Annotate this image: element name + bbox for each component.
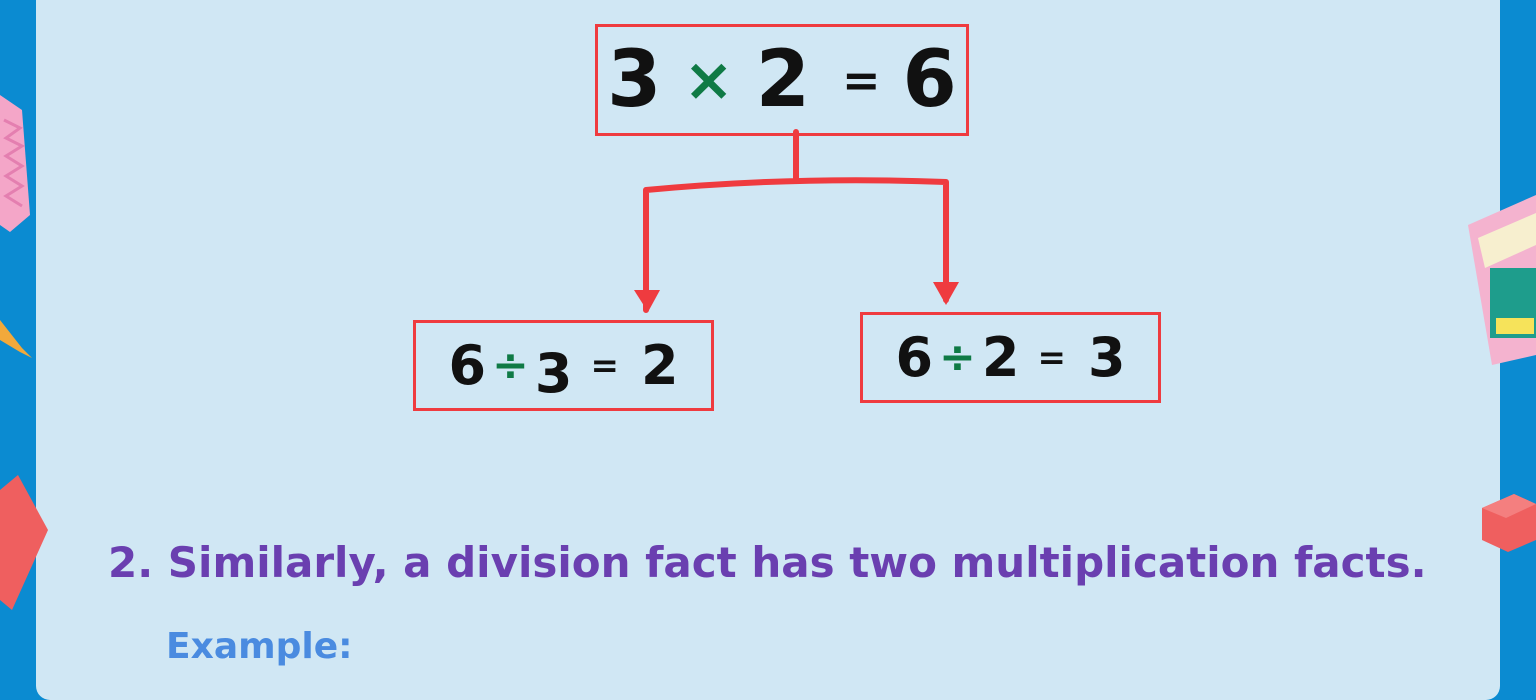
operand-b: 2 xyxy=(981,326,1020,389)
equals-sign: = xyxy=(590,345,619,386)
operand-b: 2 xyxy=(755,35,810,125)
operand-b: 3 xyxy=(534,342,573,405)
divide-sign: ÷ xyxy=(492,340,529,391)
calculator-icon xyxy=(1468,195,1536,365)
result: 3 xyxy=(1087,326,1126,389)
example-label: Example: xyxy=(166,626,353,667)
result: 2 xyxy=(640,334,679,397)
operand-a: 6 xyxy=(895,326,934,389)
pink-block-icon xyxy=(0,95,30,232)
red-cube-icon xyxy=(1482,494,1536,552)
multiplication-fact-box: 3 × 2 = 6 xyxy=(595,24,969,136)
pencil-icon xyxy=(0,320,32,358)
section-heading: 2. Similarly, a division fact has two mu… xyxy=(108,538,1427,587)
division-fact-right-box: 6 ÷ 2 = 3 xyxy=(860,312,1161,403)
equals-sign: = xyxy=(842,53,881,107)
division-fact-left-box: 6 ÷ 3 = 2 xyxy=(413,320,714,411)
equals-sign: = xyxy=(1037,337,1066,378)
multiply-sign: × xyxy=(683,45,734,115)
red-diamond-icon xyxy=(0,475,48,610)
result: 6 xyxy=(902,35,957,125)
operand-a: 3 xyxy=(607,35,662,125)
operand-a: 6 xyxy=(448,334,487,397)
divide-sign: ÷ xyxy=(939,332,976,383)
